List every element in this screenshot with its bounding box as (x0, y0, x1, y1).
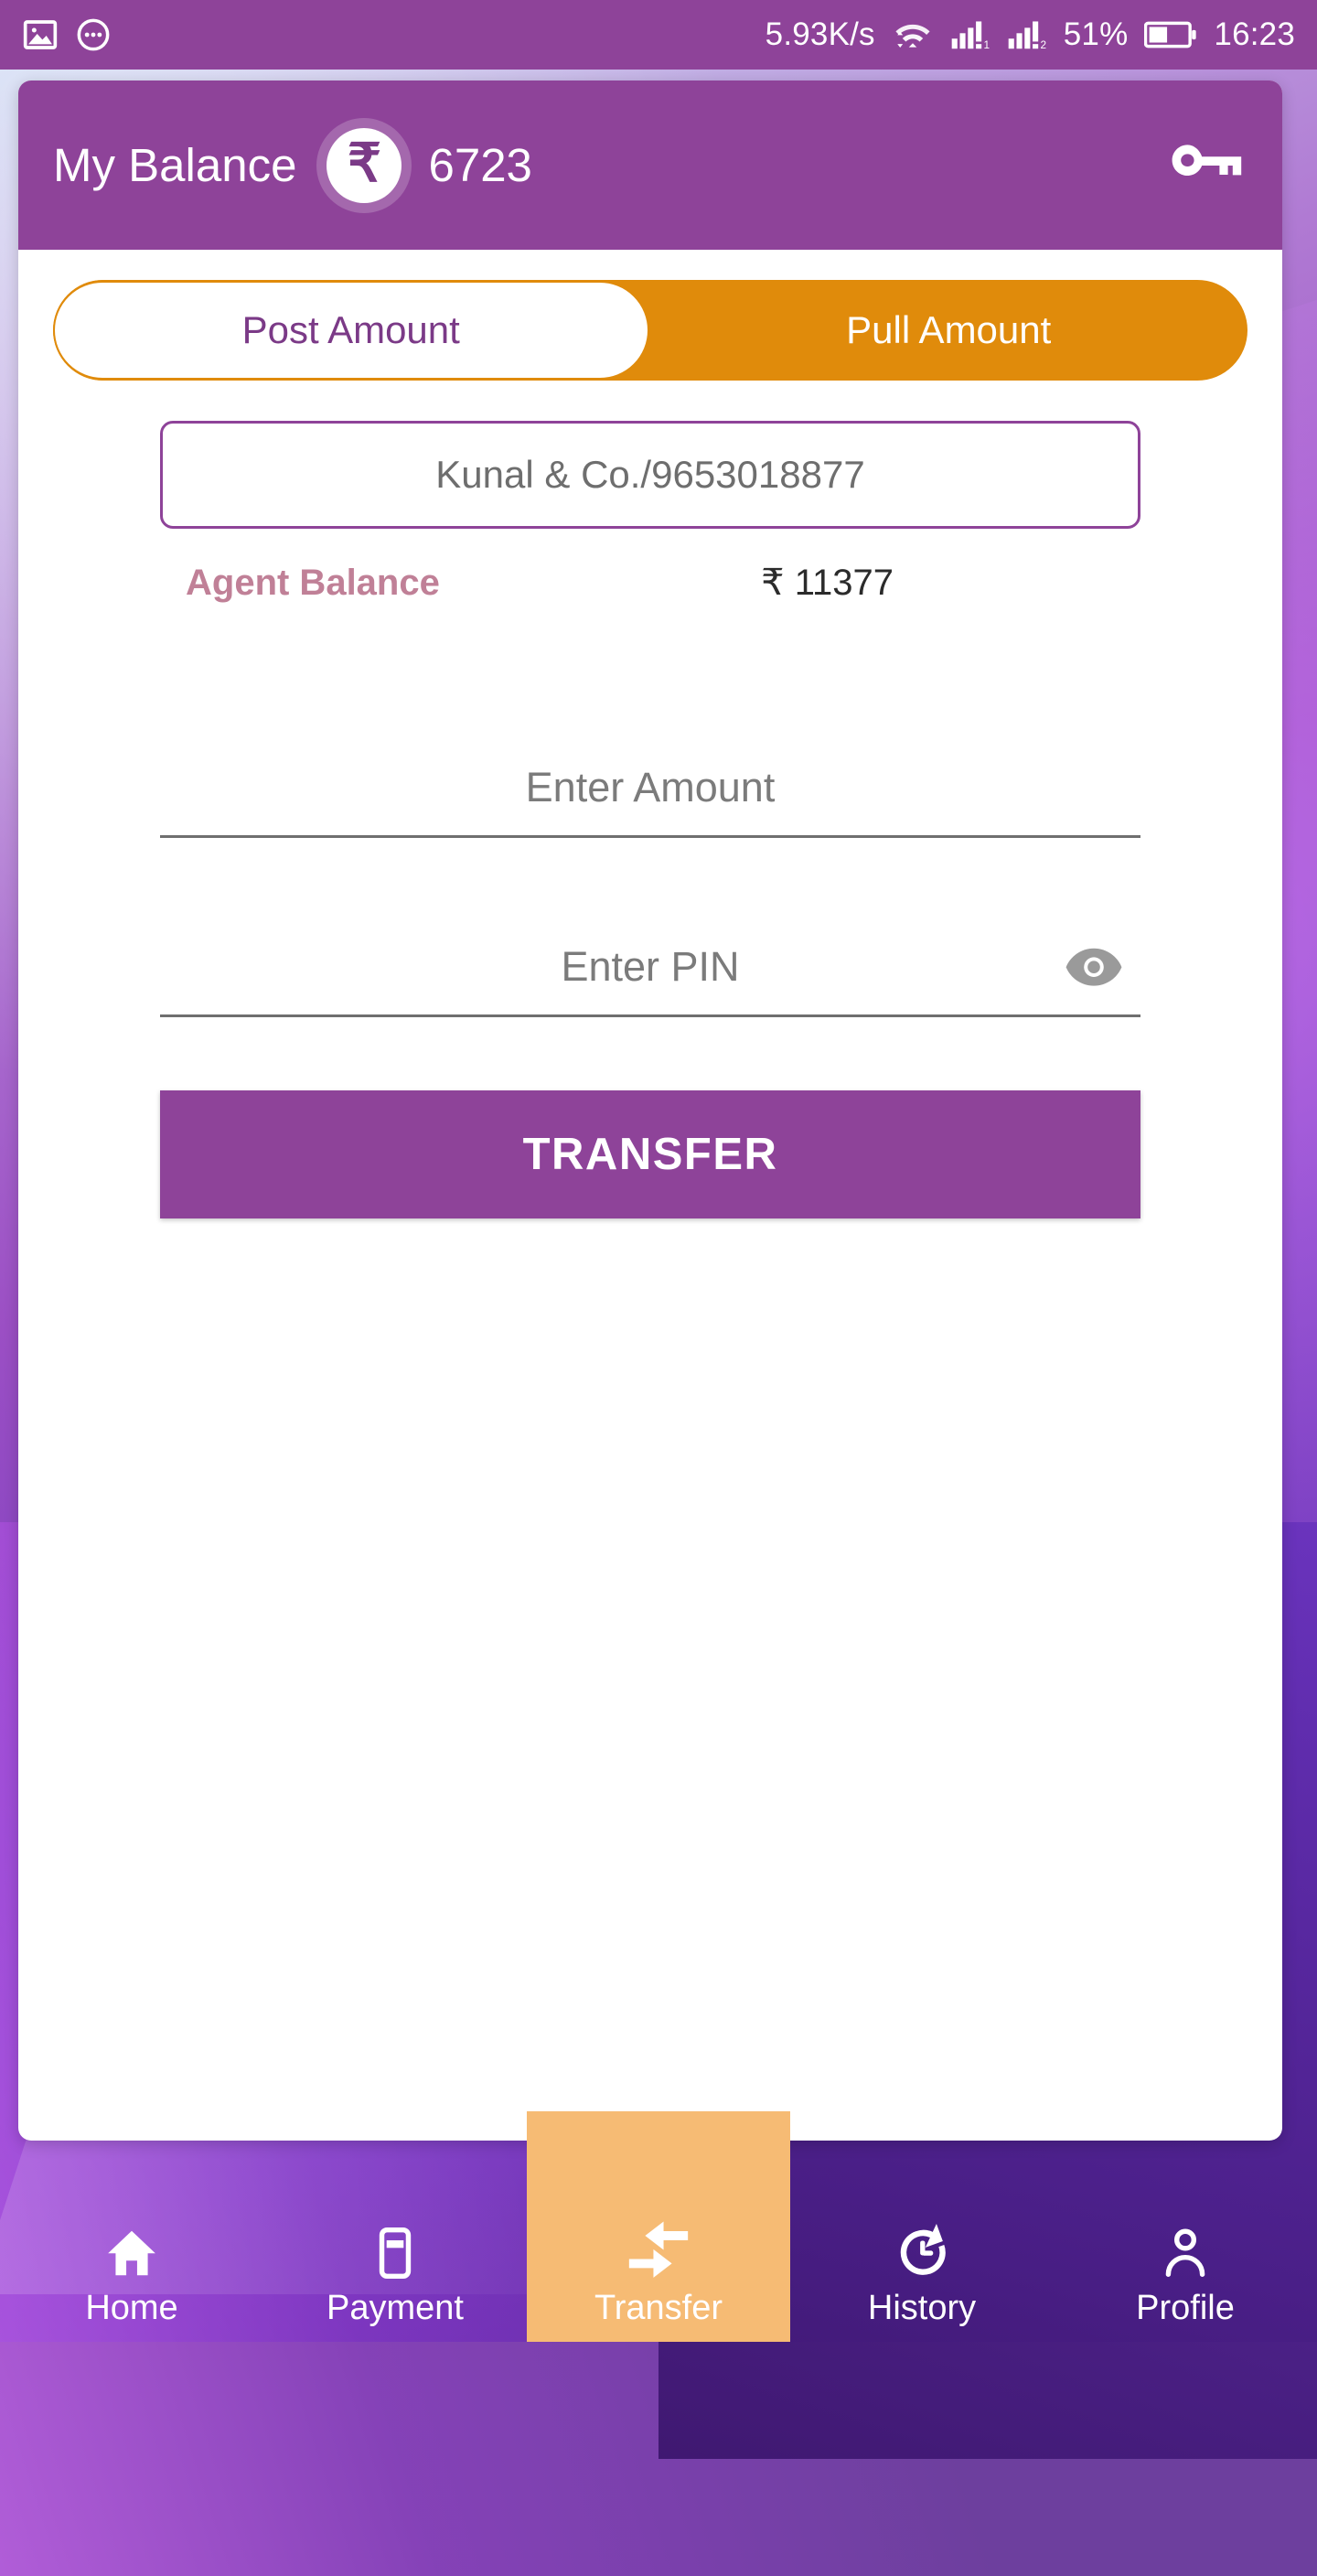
bottom-navigation: Home Payment Transfer History Profile (0, 2186, 1317, 2342)
svg-text:2: 2 (1040, 38, 1046, 51)
home-icon (103, 2212, 160, 2281)
active-tab-highlight (527, 2111, 790, 2186)
more-circle-icon (75, 16, 112, 53)
app-card: My Balance ₹ 6723 Post Amount Pull Amoun… (18, 80, 1282, 2141)
nav-item-home-label: Home (85, 2289, 178, 2327)
nav-item-transfer-label: Transfer (594, 2289, 723, 2327)
tab-post-amount-label: Post Amount (241, 308, 460, 351)
segmented-tabs: Post Amount Pull Amount (53, 280, 1247, 381)
tab-pull-amount[interactable]: Pull Amount (650, 280, 1248, 381)
agent-balance-row: Agent Balance ₹ 11377 (18, 562, 1282, 604)
battery-half-icon (1144, 20, 1197, 49)
wifi-icon (892, 17, 934, 52)
svg-text:1: 1 (983, 38, 990, 51)
key-icon[interactable] (1162, 137, 1246, 194)
agent-balance-label: Agent Balance (186, 562, 440, 603)
signal-bars-sim1-icon: 1 (950, 17, 990, 52)
agent-balance-value: ₹ 11377 (761, 563, 894, 603)
rupee-badge-icon: ₹ (316, 117, 412, 213)
nav-item-payment-label: Payment (327, 2289, 464, 2327)
rupee-symbol: ₹ (327, 127, 402, 203)
nav-item-payment[interactable]: Payment (263, 2186, 527, 2342)
tab-post-amount[interactable]: Post Amount (53, 280, 650, 381)
amount-input-placeholder: Enter Amount (525, 763, 776, 810)
network-speed-text: 5.93K/s (765, 16, 875, 52)
eye-visibility-icon[interactable] (1064, 946, 1124, 988)
clock-text: 16:23 (1214, 16, 1295, 52)
app-header: My Balance ₹ 6723 (18, 80, 1282, 250)
agent-select-value: Kunal & Co./9653018877 (435, 453, 865, 496)
nav-item-history[interactable]: History (790, 2186, 1054, 2342)
nav-item-history-label: History (867, 2289, 977, 2327)
agent-select[interactable]: Kunal & Co./9653018877 (160, 421, 1140, 529)
credit-card-icon (367, 2212, 423, 2281)
pin-input-placeholder: Enter PIN (561, 942, 740, 990)
battery-percent-text: 51% (1063, 16, 1129, 52)
transfer-button[interactable]: TRANSFER (160, 1090, 1140, 1218)
transfer-button-label: TRANSFER (522, 1130, 778, 1179)
transfer-arrows-icon (624, 2212, 693, 2281)
person-icon (1157, 2212, 1214, 2281)
nav-item-home[interactable]: Home (0, 2186, 263, 2342)
nav-item-profile-label: Profile (1136, 2289, 1235, 2327)
nav-item-transfer[interactable]: Transfer (527, 2186, 790, 2342)
status-bar: 5.93K/s 1 2 51% 16:23 (0, 0, 1317, 70)
page-title: My Balance (53, 139, 297, 191)
history-clock-icon (893, 2212, 951, 2281)
signal-bars-sim2-icon: 2 (1007, 17, 1047, 52)
nav-item-profile[interactable]: Profile (1054, 2186, 1317, 2342)
card-content: Post Amount Pull Amount Kunal & Co./9653… (18, 280, 1282, 1218)
tab-pull-amount-label: Pull Amount (846, 308, 1052, 351)
amount-input[interactable]: Enter Amount (160, 739, 1140, 838)
pin-input[interactable]: Enter PIN (160, 918, 1140, 1017)
image-icon (22, 16, 59, 53)
balance-amount: 6723 (428, 139, 532, 191)
